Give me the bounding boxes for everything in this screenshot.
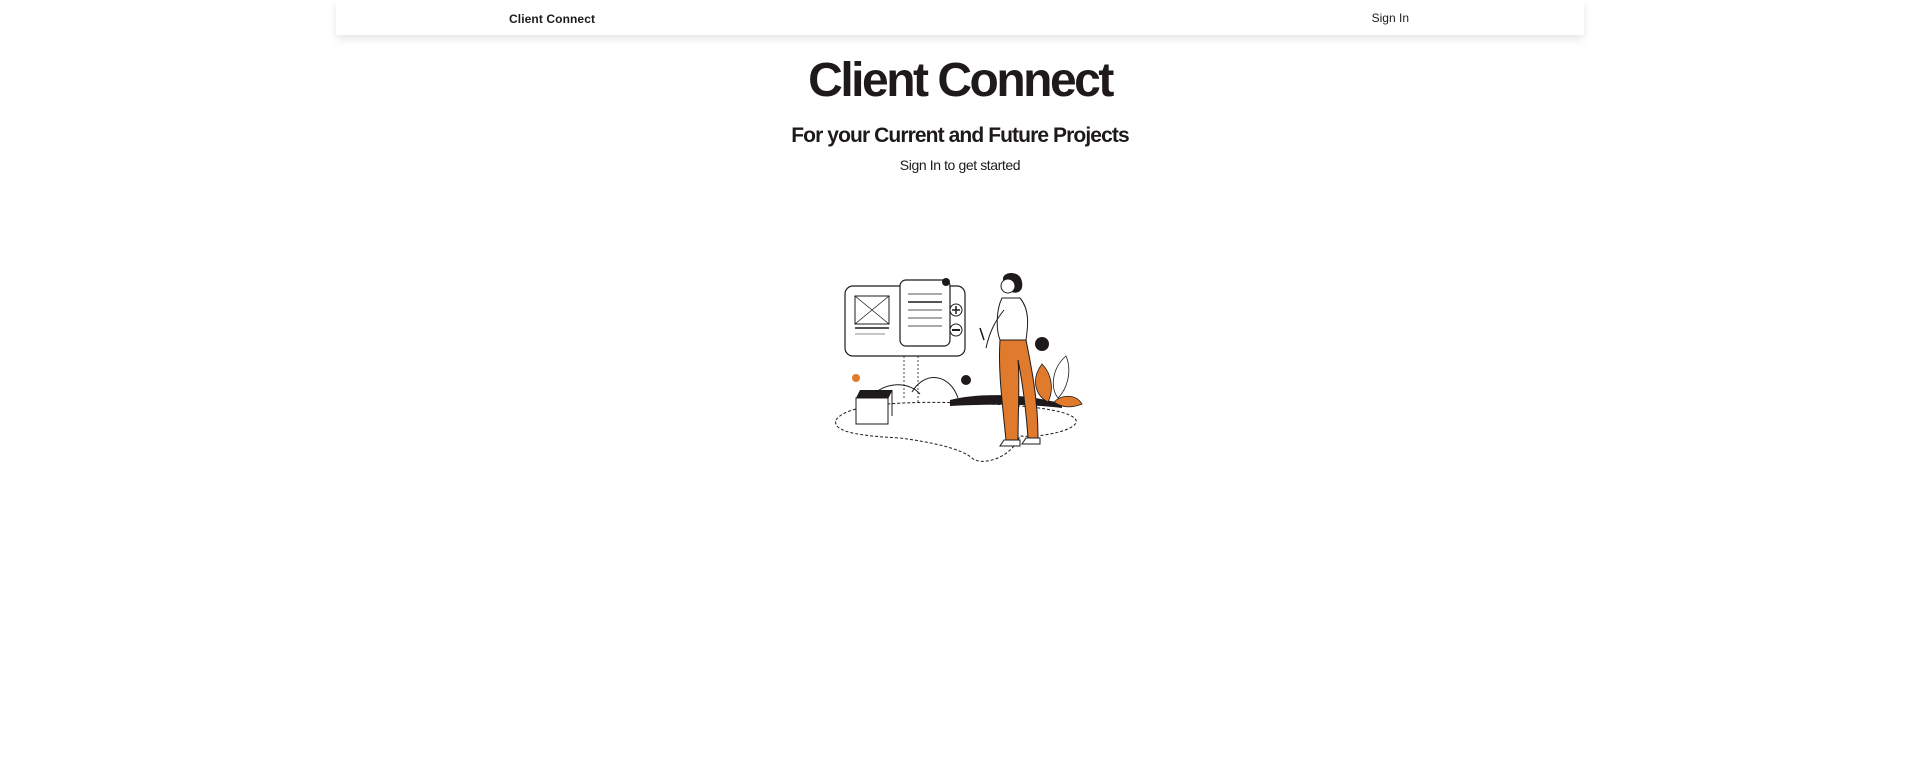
- hero-subtitle: For your Current and Future Projects: [791, 124, 1129, 147]
- hero-title: Client Connect: [808, 54, 1114, 107]
- sign-in-link[interactable]: Sign In: [1372, 11, 1409, 25]
- top-navbar: Client Connect Sign In: [336, 0, 1584, 35]
- person-with-project-board-illustration: [830, 270, 1090, 466]
- brand-link[interactable]: Client Connect: [509, 12, 595, 26]
- hero-cta-text: Sign In to get started: [899, 157, 1021, 173]
